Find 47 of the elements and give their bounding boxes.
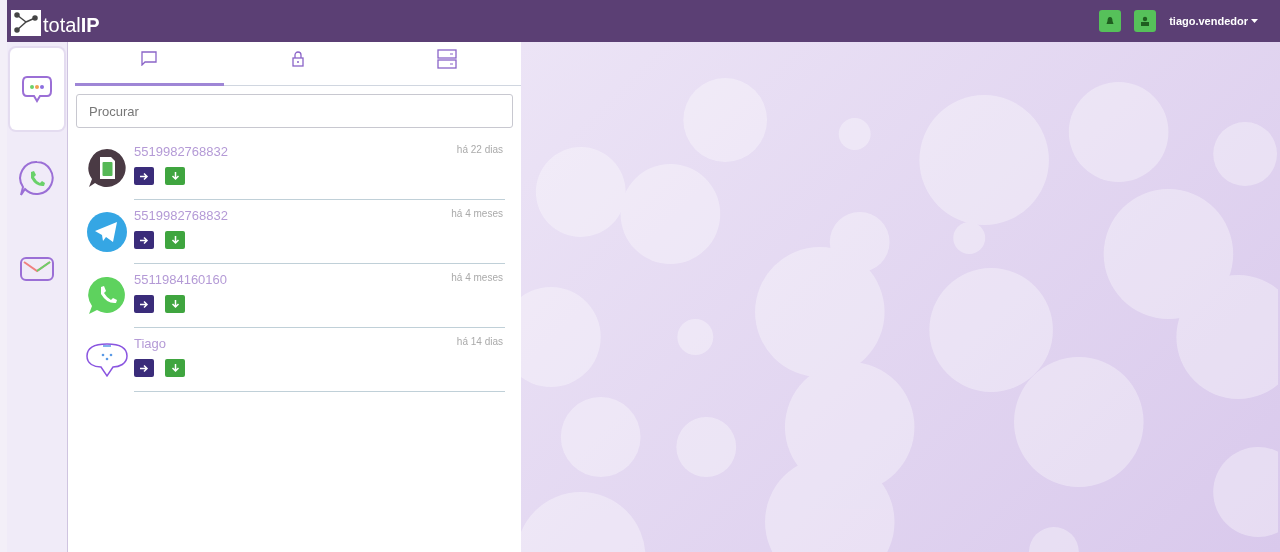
phone-chat-icon: [86, 275, 128, 317]
bell-icon: [1105, 16, 1116, 26]
download-button[interactable]: [165, 359, 185, 377]
contact-name: 5519982768832: [134, 208, 228, 223]
transfer-button[interactable]: [134, 167, 154, 185]
download-button[interactable]: [165, 295, 185, 313]
arrow-down-icon: [170, 171, 180, 181]
arrow-right-icon: [139, 171, 149, 181]
conversation-item[interactable]: 5511984160160 há 4 meses: [68, 264, 521, 328]
notifications-button[interactable]: [1099, 10, 1122, 32]
time-ago: há 22 dias: [456, 144, 504, 157]
profile-button[interactable]: [1134, 10, 1157, 32]
network-logo-icon: [11, 10, 41, 36]
lock-icon: [292, 50, 304, 67]
smiley-chat-icon: [85, 340, 129, 380]
arrow-down-icon: [170, 363, 180, 373]
transfer-button[interactable]: [134, 295, 154, 313]
user-menu[interactable]: tiago.vendedor: [1169, 15, 1258, 27]
arrow-right-icon: [139, 299, 149, 309]
search-field[interactable]: Procurar: [76, 94, 513, 128]
conversation-item[interactable]: Tiago há 14 dias: [68, 328, 521, 392]
time-ago: há 14 dias: [456, 336, 504, 349]
time-ago: há 4 meses: [451, 272, 504, 285]
arrow-down-icon: [170, 235, 180, 245]
download-button[interactable]: [165, 231, 185, 249]
channel-button[interactable]: [10, 48, 64, 130]
envelope-icon: [19, 255, 55, 283]
logo-text: totalIP: [43, 14, 100, 36]
time-ago: há 4 meses: [451, 208, 504, 221]
sim-card-chat-icon: [85, 146, 129, 190]
transfer-button[interactable]: [134, 359, 154, 377]
conversation-item[interactable]: 5519982768832 há 4 meses: [68, 200, 521, 264]
transfer-button[interactable]: [134, 231, 154, 249]
server-icon: [436, 48, 457, 69]
contact-name: Tiago: [134, 336, 167, 351]
chat-icon: [141, 51, 158, 66]
paper-plane-icon: [86, 211, 128, 253]
conversation-item[interactable]: 5519982768832 há 22 dias: [68, 136, 521, 200]
contact-name: 5519982768832: [134, 144, 228, 159]
arrow-right-icon: [139, 235, 149, 245]
arrow-down-icon: [170, 299, 180, 309]
user-icon: [1140, 16, 1151, 26]
arrow-right-icon: [139, 363, 149, 373]
contact-name: 5511984160160: [134, 272, 228, 287]
caret-icon: [1251, 19, 1258, 23]
chat-bubble-icon: [21, 74, 53, 104]
download-button[interactable]: [165, 167, 185, 185]
